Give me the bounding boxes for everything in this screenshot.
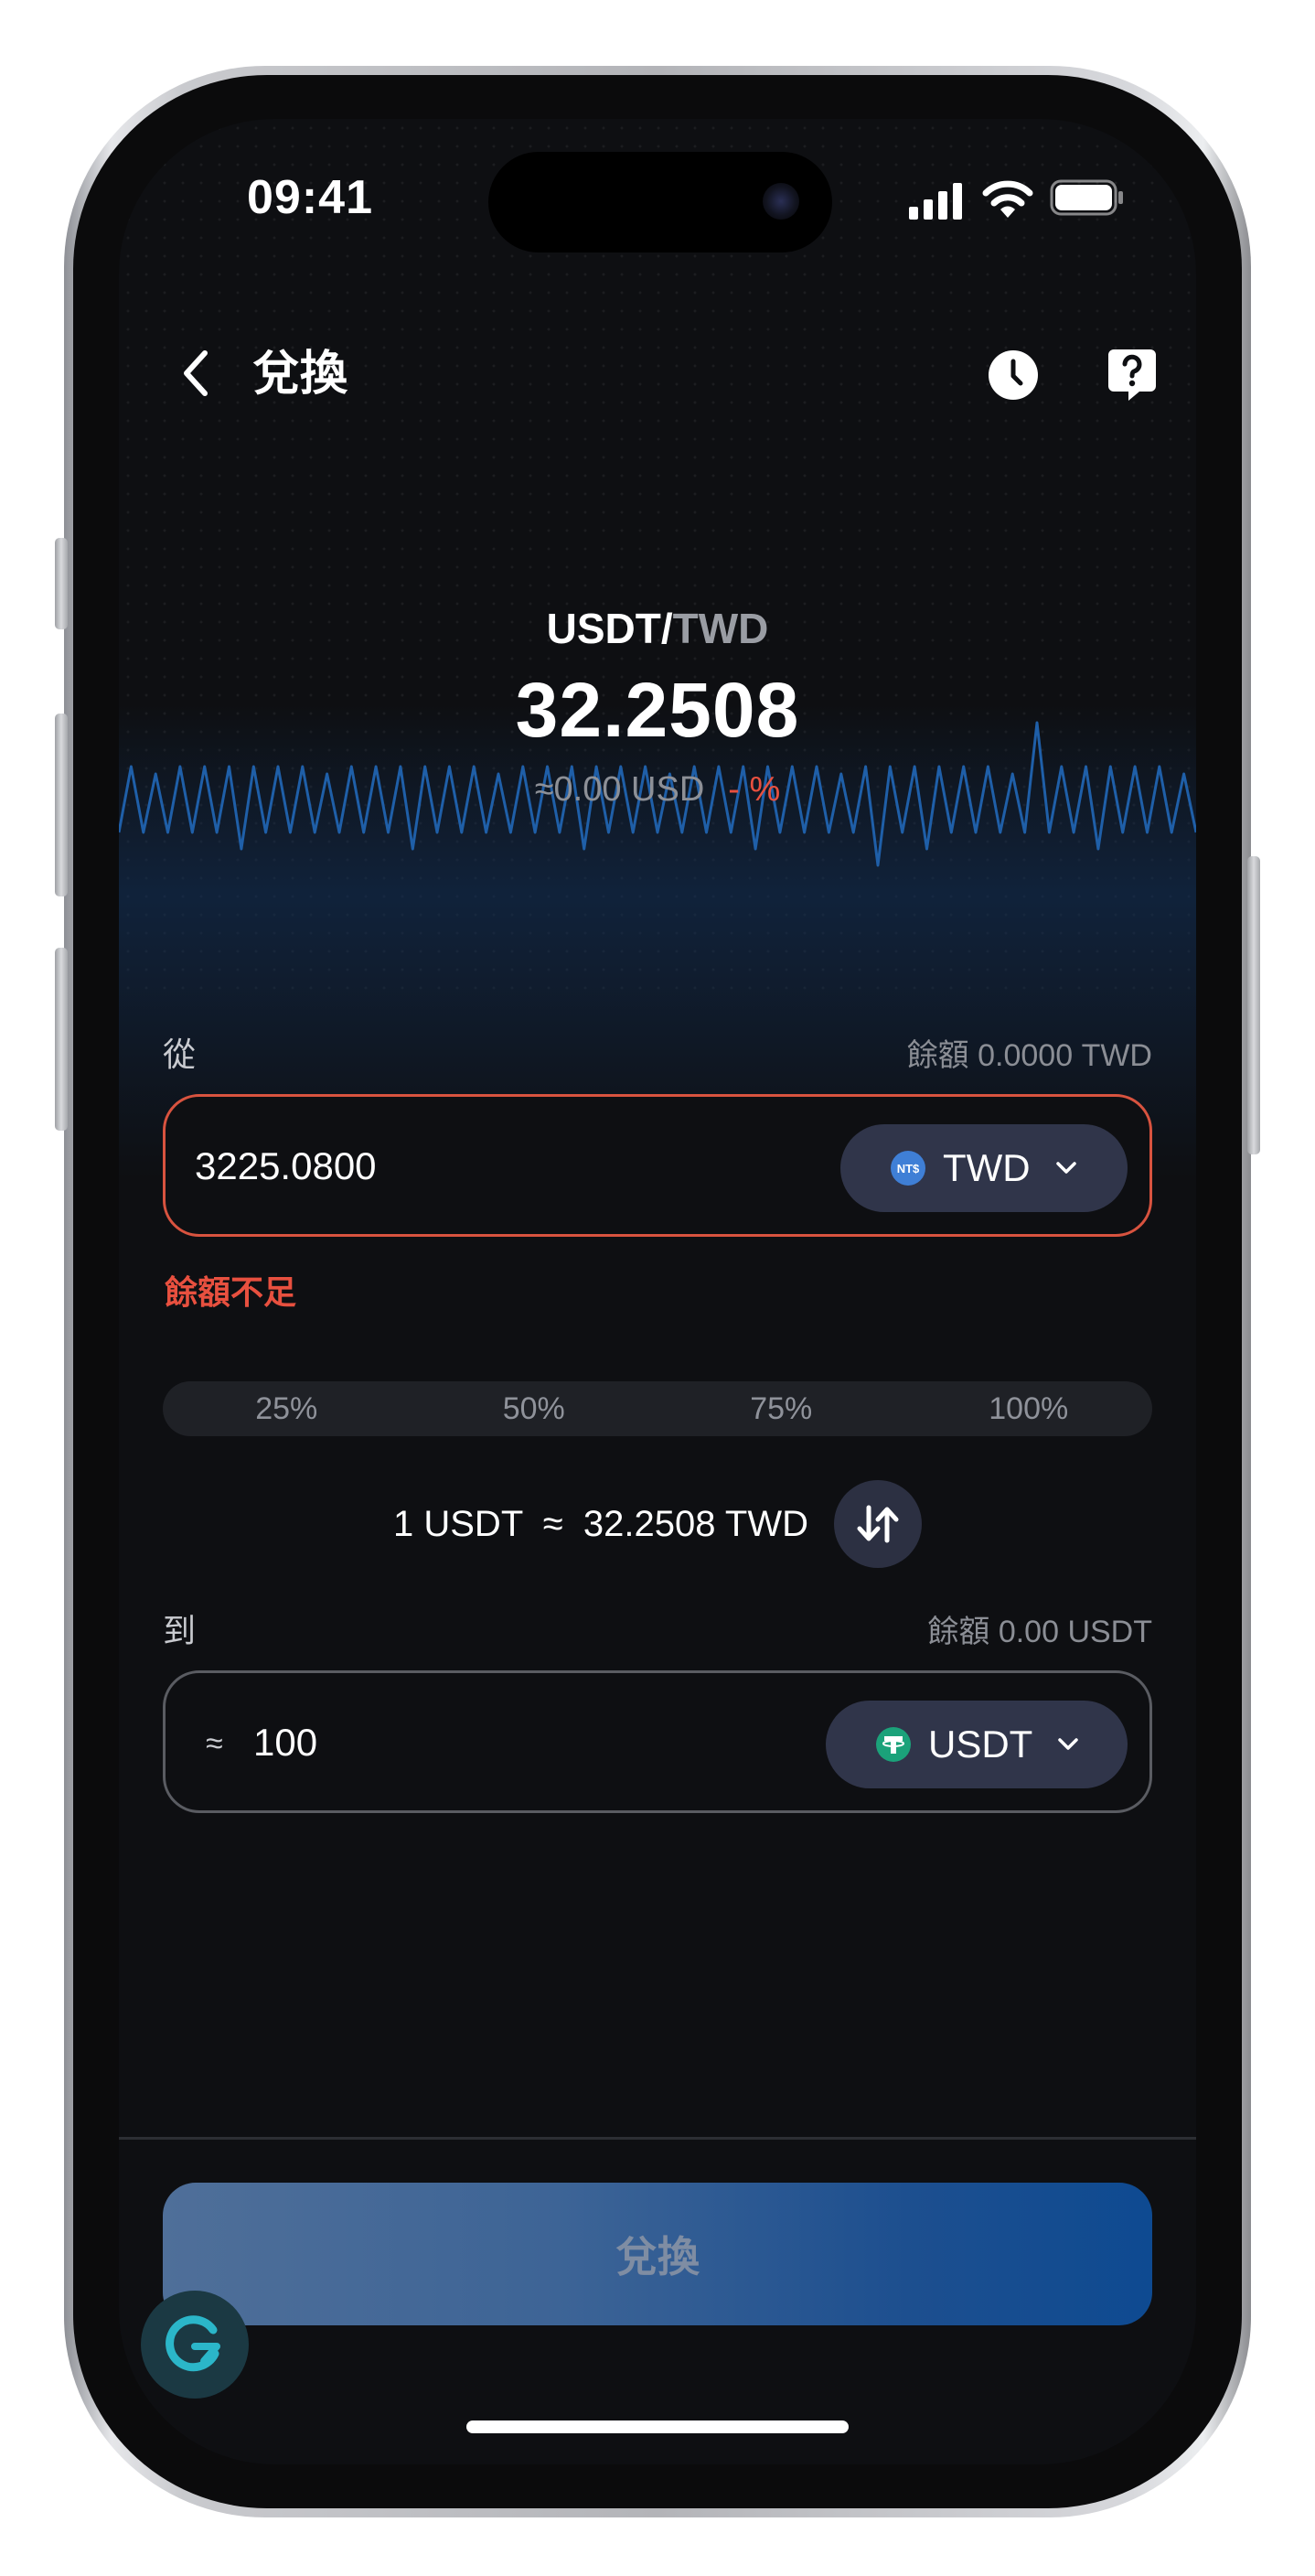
exchange-submit-label: 兌換 bbox=[615, 2233, 700, 2281]
history-clock-icon[interactable] bbox=[988, 349, 1039, 401]
pair-base: USDT/ bbox=[546, 605, 673, 652]
rate-subline: ≈0.00 USD - % bbox=[119, 770, 1196, 810]
from-amount-field[interactable]: 3225.0800 NT$ TWD bbox=[163, 1094, 1152, 1237]
usd-value: ≈0.00 USD bbox=[534, 770, 705, 809]
from-balance: 餘額 0.0000 TWD bbox=[906, 1038, 1152, 1073]
change-percent: - % bbox=[728, 770, 781, 809]
battery-icon bbox=[1050, 179, 1123, 216]
volume-down-button bbox=[55, 948, 68, 1131]
exchange-submit-button[interactable]: 兌換 bbox=[163, 2183, 1152, 2325]
bottom-divider bbox=[119, 2137, 1196, 2140]
to-currency-name: USDT bbox=[928, 1723, 1033, 1766]
from-currency-name: TWD bbox=[943, 1146, 1031, 1189]
to-amount-field[interactable]: ≈ 100 USDT bbox=[163, 1670, 1152, 1813]
status-time: 09:41 bbox=[247, 171, 373, 224]
volume-up-button bbox=[55, 714, 68, 896]
svg-text:NT$: NT$ bbox=[897, 1162, 920, 1175]
percent-selector: 25% 50% 75% 100% bbox=[163, 1381, 1152, 1436]
front-camera bbox=[763, 183, 799, 220]
conversion-rate-text: 1 USDT ≈ 32.2508 TWD bbox=[393, 1503, 808, 1544]
signal-icon bbox=[909, 183, 962, 220]
power-button bbox=[1247, 856, 1260, 1154]
to-amount-input[interactable]: 100 bbox=[253, 1721, 317, 1765]
support-float-button[interactable] bbox=[141, 2291, 249, 2399]
from-label: 從 bbox=[163, 1036, 197, 1073]
percent-50-button[interactable]: 50% bbox=[411, 1381, 658, 1436]
insufficient-balance-error: 餘額不足 bbox=[165, 1273, 297, 1311]
percent-75-button[interactable]: 75% bbox=[658, 1381, 905, 1436]
home-indicator bbox=[466, 2420, 849, 2433]
to-currency-selector[interactable]: USDT bbox=[826, 1701, 1128, 1788]
wifi-icon bbox=[982, 180, 1033, 218]
approx-symbol: ≈ bbox=[206, 1726, 223, 1761]
page-title: 兌換 bbox=[252, 348, 348, 401]
action-button bbox=[55, 538, 68, 629]
exchange-rate: 32.2508 bbox=[515, 667, 800, 753]
swap-direction-button[interactable] bbox=[833, 1480, 922, 1568]
currency-pair: USDT/TWD bbox=[119, 604, 1196, 653]
from-currency-selector[interactable]: NT$ TWD bbox=[840, 1124, 1128, 1212]
percent-100-button[interactable]: 100% bbox=[905, 1381, 1153, 1436]
app-logo-icon bbox=[166, 2315, 220, 2372]
ntd-coin-icon: NT$ bbox=[891, 1151, 925, 1186]
swap-arrows-icon bbox=[857, 1505, 899, 1543]
back-chevron-icon[interactable] bbox=[179, 348, 212, 399]
from-amount-input[interactable]: 3225.0800 bbox=[195, 1144, 377, 1188]
help-question-icon[interactable] bbox=[1107, 348, 1158, 402]
app-screen: 09:41 兌換 USDT/TWD 32.2508 ≈0.00 USD - % 從… bbox=[119, 119, 1196, 2464]
pair-quote: TWD bbox=[672, 605, 769, 652]
percent-25-button[interactable]: 25% bbox=[163, 1381, 411, 1436]
tether-icon bbox=[876, 1727, 911, 1762]
chevron-down-icon bbox=[1058, 1738, 1079, 1750]
conversion-rate-row: 1 USDT ≈ 32.2508 TWD bbox=[119, 1480, 1196, 1568]
chevron-down-icon bbox=[1055, 1162, 1076, 1174]
to-label: 到 bbox=[163, 1612, 197, 1649]
to-balance: 餘額 0.00 USDT bbox=[927, 1615, 1152, 1649]
